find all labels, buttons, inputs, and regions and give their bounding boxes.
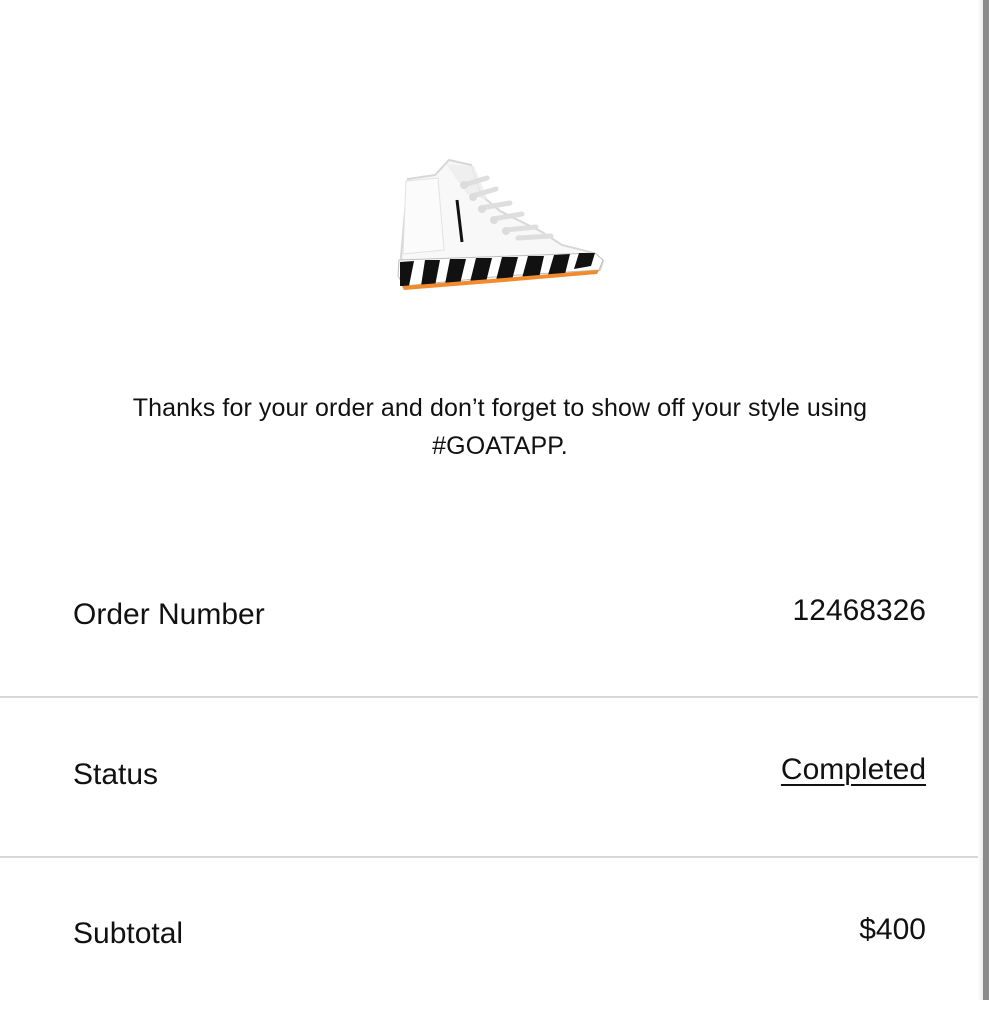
status-label: Status — [73, 758, 159, 791]
scrollbar-track[interactable] — [983, 0, 989, 1000]
order-number-value: 12468326 — [792, 594, 926, 627]
subtotal-label: Subtotal — [73, 917, 184, 950]
thank-you-message: Thanks for your order and don’t forget t… — [132, 394, 868, 460]
sneaker-product-image — [397, 158, 605, 290]
status-value-link[interactable]: Completed — [781, 753, 926, 787]
status-row: Status Completed — [0, 698, 988, 857]
subtotal-value: $400 — [859, 913, 926, 946]
subtotal-row: Subtotal $400 — [0, 858, 988, 1017]
order-confirmation-page: Thanks for your order and don’t forget t… — [0, 0, 988, 1000]
order-number-row: Order Number 12468326 — [0, 538, 988, 697]
order-number-label: Order Number — [73, 598, 265, 631]
